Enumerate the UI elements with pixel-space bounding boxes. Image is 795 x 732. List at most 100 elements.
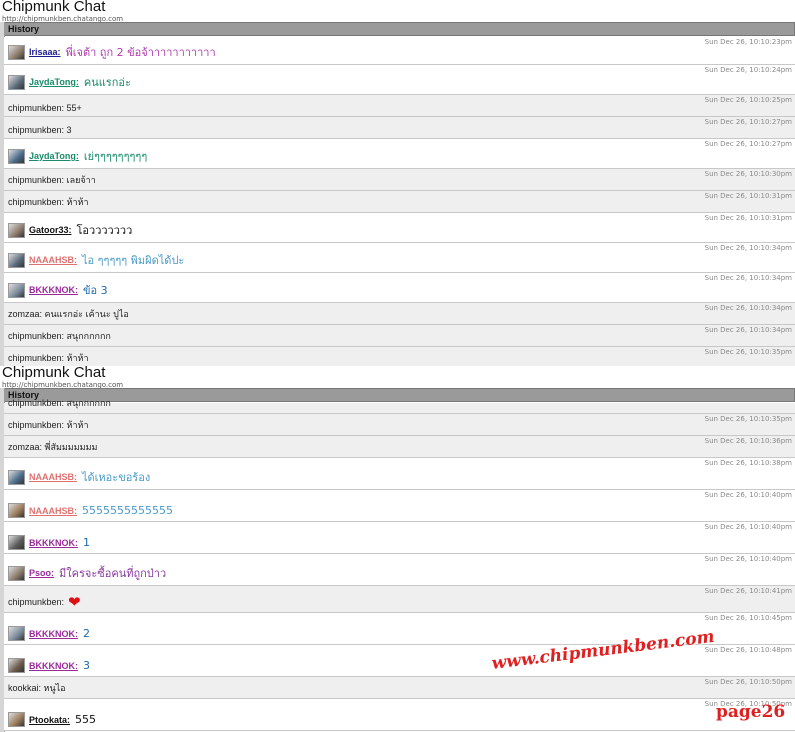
chat-message-row: Sun Dec 26, 10:10:40pm NAAAHSB: 5555555555… — [4, 490, 795, 522]
page-number: page26 — [716, 702, 786, 722]
user-avatar-icon[interactable] — [8, 74, 25, 90]
username-link[interactable]: BKKKNOK: — [29, 629, 78, 639]
message-timestamp: Sun Dec 26, 10:10:40pm — [704, 523, 792, 531]
message-timestamp: Sun Dec 26, 10:10:36pm — [704, 437, 792, 445]
message-text: ไอ ๆๆๆๆๆ พิมผิดได้ปะ — [82, 254, 185, 267]
history-label: History — [8, 24, 40, 34]
message-timestamp: Sun Dec 26, 10:10:30pm — [704, 170, 792, 178]
chat-title: Chipmunk Chat — [2, 0, 106, 15]
username-link[interactable]: Psoo: — [29, 568, 54, 578]
message-text: มีใครจะซื้อคนที่ถูกป่าว — [59, 567, 167, 580]
username-link[interactable]: JaydaTong: — [29, 77, 79, 87]
chat-message-row: Sun Dec 26, 10:10:35pm chipmunkben: ห้าห้… — [4, 347, 795, 366]
chat-message-row: Sun Dec 26, 10:10:40pm BKKKNOK: 1 — [4, 522, 795, 554]
message-text: zomzaa: คนแรกอ่ะ เค้านะ ปูไอ — [8, 309, 129, 319]
username-link[interactable]: BKKKNOK: — [29, 285, 78, 295]
chat-title: Chipmunk Chat — [2, 366, 106, 381]
user-avatar-icon[interactable] — [8, 503, 25, 518]
user-avatar-icon[interactable] — [8, 44, 25, 60]
message-timestamp: Sun Dec 26, 10:10:48pm — [704, 646, 792, 654]
chat-message-row: Sun Dec 26, 10:10:34pm BKKKNOK: ข้อ 3 — [4, 273, 795, 303]
message-timestamp: Sun Dec 26, 10:10:27pm — [704, 140, 792, 148]
chat-message-row: Sun Dec 26, 10:10:34pm zomzaa: คนแรกอ่ะ เ… — [4, 303, 795, 325]
user-avatar-icon[interactable] — [8, 565, 25, 581]
message-timestamp: Sun Dec 26, 10:10:23pm — [704, 38, 792, 46]
username-link[interactable]: Ptookata: — [29, 715, 70, 725]
message-timestamp: Sun Dec 26, 10:10:34pm — [704, 274, 792, 282]
username-link[interactable]: Gatoor33: — [29, 225, 72, 235]
message-text: chipmunkben: 55+ — [8, 103, 82, 113]
message-timestamp: Sun Dec 26, 10:10:25pm — [704, 96, 792, 104]
username-link[interactable]: BKKKNOK: — [29, 661, 78, 671]
chat-message-row: Sun Dec 26, 10:10:34pm chipmunkben: สนุกก… — [4, 325, 795, 347]
history-bar[interactable]: History — [4, 388, 795, 402]
user-avatar-icon[interactable] — [8, 658, 25, 673]
message-timestamp: Sun Dec 26, 10:10:35pm — [704, 415, 792, 423]
username-link[interactable]: BKKKNOK: — [29, 538, 78, 548]
message-text: 5555555555555 — [82, 504, 173, 517]
message-text: 3 — [83, 659, 90, 672]
chat-message-row: Sun Dec 26, 10:10:31pm chipmunkben: ห้าห้… — [4, 191, 795, 213]
message-text: 1 — [83, 536, 90, 549]
chat-message-row: Sun Dec 26, 10:10:38pm NAAAHSB: ได้เหอะขอร… — [4, 458, 795, 490]
chat-message-row: Sun Dec 26, 10:10:35pm chipmunkben: ห้าห้… — [4, 414, 795, 436]
chat-message-row: Sun Dec 26, 10:10:40pm Psoo: มีใครจะซื้อคน… — [4, 554, 795, 586]
chat-panel: Chipmunk Chat http://chipmunkben.chatang… — [0, 0, 795, 366]
message-timestamp: Sun Dec 26, 10:10:31pm — [704, 214, 792, 222]
chat-message-row: Sun Dec 26, 10:10:30pm chipmunkben: เลยจ้… — [4, 169, 795, 191]
chat-message-row: Sun Dec 26, 10:10:23pm Irisaaa: พี่เจต้า ถ… — [4, 37, 795, 65]
user-avatar-icon[interactable] — [8, 626, 25, 641]
user-avatar-icon[interactable] — [8, 252, 25, 268]
chat-message-row: Sun Dec 26, 10:10:24pm JaydaTong: คนแรกอ่ะ — [4, 65, 795, 95]
message-text: chipmunkben: ห้าห้า — [8, 420, 89, 430]
chat-message-row: chipmunkben: สนุกกกกกก — [4, 398, 795, 414]
message-text: chipmunkben: ห้าห้า — [8, 353, 89, 363]
username-link[interactable]: NAAAHSB: — [29, 506, 77, 516]
message-text: 555 — [75, 713, 97, 726]
message-text: chipmunkben: สนุกกกกกก — [8, 331, 111, 341]
message-text: chipmunkben: ห้าห้า — [8, 197, 89, 207]
chat-message-row: Sun Dec 26, 10:10:25pm chipmunkben: 55+ — [4, 95, 795, 117]
message-timestamp: Sun Dec 26, 10:10:40pm — [704, 555, 792, 563]
message-text: ข้อ 3 — [83, 284, 108, 297]
message-timestamp: Sun Dec 26, 10:10:24pm — [704, 66, 792, 74]
message-text: chipmunkben: 3 — [8, 125, 72, 135]
chat-message-row: Sun Dec 26, 10:10:41pm chipmunkben: ❤ — [4, 586, 795, 613]
chat-message-row: Sun Dec 26, 10:10:31pm Gatoor33: โอววววววว — [4, 213, 795, 243]
user-avatar-icon[interactable] — [8, 282, 25, 298]
user-avatar-icon[interactable] — [8, 535, 25, 550]
message-timestamp: Sun Dec 26, 10:10:35pm — [704, 348, 792, 356]
message-text: zomzaa: พี่สัมมมมมมม — [8, 442, 98, 452]
message-text: พี่เจต้า ถูก 2 ข้อจ้าาาาาาาาาาา — [65, 46, 216, 59]
message-timestamp: Sun Dec 26, 10:10:27pm — [704, 118, 792, 126]
heart-icon: ❤ — [68, 593, 81, 611]
message-text: chipmunkben: สนุกกกกกก — [8, 398, 111, 408]
chat-message-row: Sun Dec 26, 10:10:27pm chipmunkben: 3 — [4, 117, 795, 139]
message-text: ได้เหอะขอร้อง — [82, 471, 151, 484]
chat-message-row: Sun Dec 26, 10:10:34pm NAAAHSB: ไอ ๆๆๆๆๆ พ… — [4, 243, 795, 273]
message-timestamp: Sun Dec 26, 10:10:34pm — [704, 244, 792, 252]
message-text: kookkai: หนูไอ — [8, 683, 66, 693]
username-link[interactable]: NAAAHSB: — [29, 472, 77, 482]
message-timestamp: Sun Dec 26, 10:10:50pm — [704, 678, 792, 686]
message-timestamp: Sun Dec 26, 10:10:34pm — [704, 304, 792, 312]
message-text: เย่ๆๆๆๆๆๆๆๆๆ — [83, 150, 148, 163]
user-avatar-icon[interactable] — [8, 222, 25, 238]
message-text: chipmunkben: — [8, 597, 65, 607]
message-text: 2 — [83, 627, 90, 640]
message-text: คนแรกอ่ะ — [83, 76, 131, 89]
username-link[interactable]: JaydaTong: — [29, 151, 79, 161]
history-bar[interactable]: History — [4, 22, 795, 36]
user-avatar-icon[interactable] — [8, 148, 25, 164]
username-link[interactable]: NAAAHSB: — [29, 255, 77, 265]
user-avatar-icon[interactable] — [8, 712, 25, 727]
chat-message-row: Sun Dec 26, 10:10:50pm kookkai: หนูไอ — [4, 677, 795, 699]
message-timestamp: Sun Dec 26, 10:10:41pm — [704, 587, 792, 595]
message-timestamp: Sun Dec 26, 10:10:45pm — [704, 614, 792, 622]
user-avatar-icon[interactable] — [8, 469, 25, 485]
message-text: chipmunkben: เลยจ้าา — [8, 175, 96, 185]
username-link[interactable]: Irisaaa: — [29, 47, 61, 57]
message-timestamp: Sun Dec 26, 10:10:40pm — [704, 491, 792, 499]
chat-message-row: Sun Dec 26, 10:10:36pm zomzaa: พี่สัมมมมม… — [4, 436, 795, 458]
chat-message-row: Sun Dec 26, 10:10:27pm JaydaTong: เย่ๆๆๆๆๆ… — [4, 139, 795, 169]
